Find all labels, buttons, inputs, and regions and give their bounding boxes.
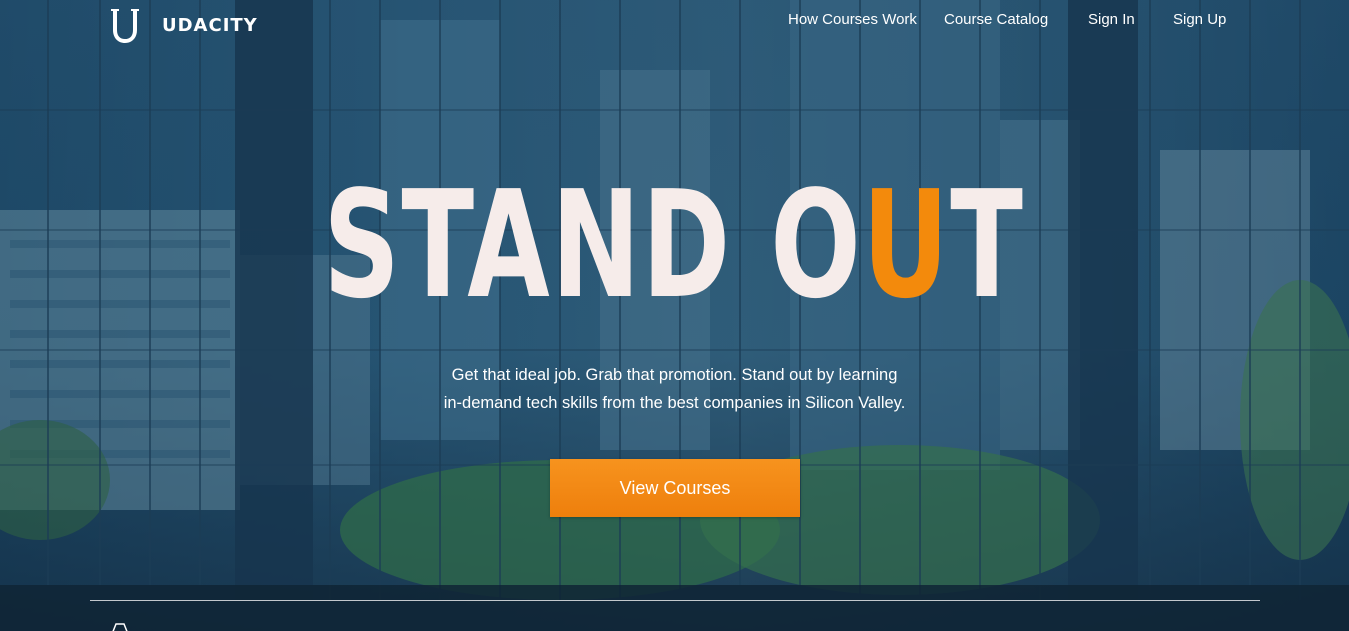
nav-how-courses-work[interactable]: How Courses Work bbox=[788, 11, 917, 28]
headline-main: STAND O bbox=[323, 159, 863, 331]
nav-course-catalog[interactable]: Course Catalog bbox=[944, 11, 1048, 28]
view-courses-button[interactable]: View Courses bbox=[550, 459, 800, 517]
headline-accent-letter: U bbox=[862, 159, 951, 331]
hexagon-icon bbox=[112, 623, 128, 631]
udacity-u-icon bbox=[111, 9, 139, 43]
hero-subtitle-line-2: in-demand tech skills from the best comp… bbox=[443, 394, 906, 412]
headline-end: T bbox=[950, 159, 1025, 331]
section-divider bbox=[90, 600, 1260, 601]
udacity-logo[interactable]: UDACITY bbox=[108, 6, 258, 44]
nav-sign-in[interactable]: Sign In bbox=[1088, 11, 1135, 28]
brand-name: UDACITY bbox=[162, 14, 258, 36]
hero-subtitle-line-1: Get that ideal job. Grab that promotion.… bbox=[451, 366, 898, 384]
hero-headline: STAND OUT bbox=[188, 170, 1159, 320]
top-navigation: UDACITY How Courses Work Course Catalog … bbox=[0, 0, 1349, 48]
nav-sign-up[interactable]: Sign Up bbox=[1173, 11, 1226, 28]
hero-section: UDACITY How Courses Work Course Catalog … bbox=[0, 0, 1349, 631]
